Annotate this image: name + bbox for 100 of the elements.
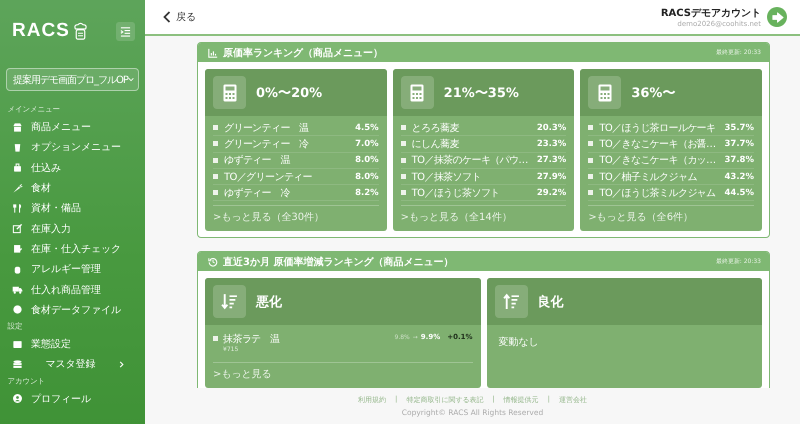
ranking-row[interactable]: TO／抹茶ソフト 27.9%	[400, 168, 566, 186]
cost-rate: 8.0%	[355, 155, 379, 166]
item-name: グリーンティー 温	[224, 122, 310, 135]
cost-rate: 37.8%	[724, 155, 754, 166]
account-name: RACSデモアカウント	[660, 7, 761, 20]
nav-item[interactable]: プロフィール	[0, 388, 145, 409]
ranking-row[interactable]: ゆずティー 温 8.0%	[213, 152, 379, 169]
square-bullet-icon	[213, 190, 218, 196]
ranking-row[interactable]: TO／ほうじ茶ソフト 29.2%	[400, 185, 566, 202]
ranking-row[interactable]: TO／柚子ミルクジャム 43.2%	[588, 168, 754, 186]
store-select[interactable]: 提案用デモ画面プロ_フルOP	[6, 68, 139, 91]
sort-down-icon	[221, 293, 238, 310]
item-name: ゆずティー 冷	[224, 186, 291, 200]
cost-rate: 20.3%	[536, 122, 566, 133]
carrot-icon	[12, 182, 23, 194]
ranking-row[interactable]: TO／きなこケーキ（カッ… 37.8%	[588, 152, 754, 169]
bag-icon	[12, 162, 23, 174]
item-name: TO／抹茶のケーキ（パウ…	[412, 154, 529, 168]
bar-chart-icon	[208, 48, 218, 58]
menu-icon	[120, 26, 131, 36]
square-bullet-icon	[588, 125, 594, 130]
menu-toggle-button[interactable]	[116, 22, 135, 40]
square-bullet-icon	[588, 190, 594, 196]
item-name: TO／抹茶ソフト	[412, 170, 482, 184]
item-name: TO／ほうじ茶ソフト	[412, 186, 501, 200]
cost-rate: 29.2%	[536, 188, 566, 198]
square-bullet-icon	[588, 158, 594, 163]
ranking-row[interactable]: TO／きなこケーキ（お醤… 37.7%	[588, 136, 754, 153]
ranking-row[interactable]: TO／抹茶のケーキ（パウ… 27.3%	[400, 152, 566, 169]
cost-rate: 4.5%	[355, 122, 379, 133]
cost-rate: 7.0%	[355, 138, 379, 149]
card-title: 悪化	[256, 294, 282, 311]
ranking-row[interactable]: TO／グリーンティー 8.0%	[213, 168, 379, 186]
see-more-link[interactable]: >もっと見る（全6件）	[588, 206, 754, 228]
ranking-row[interactable]: とろろ蕎麦 20.3%	[400, 120, 566, 136]
nav-item[interactable]: 食材	[0, 178, 145, 198]
calculator-icon	[222, 84, 236, 102]
logo: RACS	[12, 20, 89, 42]
nav-item[interactable]: マスタ登録	[0, 354, 145, 375]
nav-item[interactable]: 在庫・仕入チェック	[0, 238, 145, 260]
nav-item[interactable]: オプションメニュー	[0, 137, 145, 158]
cost-rate: 8.0%	[355, 172, 379, 182]
card-title: 36%〜	[631, 84, 676, 102]
square-bullet-icon	[400, 158, 406, 163]
user-icon	[12, 393, 23, 404]
nav-item[interactable]: 仕込み	[0, 158, 145, 178]
nav-item[interactable]: アレルギー管理	[0, 259, 145, 280]
panel-title: 原価率ランキング（商品メニュー）	[223, 46, 383, 60]
item-name: にしん蕎麦	[412, 138, 460, 151]
chevron-down-icon	[128, 76, 134, 83]
nav-item[interactable]: 食材データファイル	[0, 300, 145, 320]
square-bullet-icon	[400, 190, 406, 196]
ranking-row[interactable]: グリーンティー 温 4.5%	[213, 120, 379, 136]
ranking-row[interactable]: TO／ほうじ茶ロールケーキ 35.7%	[588, 120, 754, 136]
item-name: TO／グリーンティー	[224, 170, 313, 184]
ranking-row[interactable]: ゆずティー 冷 8.2%	[213, 185, 379, 202]
calculator-icon	[410, 84, 424, 102]
truck-icon	[12, 284, 23, 296]
card-title: 21%〜35%	[444, 84, 519, 102]
cost-rate: 23.3%	[536, 138, 566, 149]
nav-item[interactable]: 在庫入力	[0, 218, 145, 239]
item-name: TO／きなこケーキ（お醤…	[599, 138, 717, 151]
card-title: 0%〜20%	[256, 84, 322, 102]
ranking-row[interactable]: にしん蕎麦 23.3%	[400, 136, 566, 153]
item-name: TO／柚子ミルクジャム	[599, 170, 698, 184]
square-bullet-icon	[213, 125, 218, 130]
ranking-row[interactable]: TO／ほうじ茶ミルクジャム 44.5%	[588, 185, 754, 202]
history-icon	[208, 256, 218, 267]
nav-item[interactable]: 業態設定	[0, 334, 145, 354]
sort-up-icon	[502, 293, 520, 310]
back-button[interactable]: 戻る	[163, 10, 196, 24]
square-bullet-icon	[213, 174, 218, 180]
nav-item[interactable]: 仕入れ商品管理	[0, 279, 145, 300]
square-bullet-icon	[213, 336, 218, 342]
cost-rate: 8.2%	[355, 188, 379, 198]
nav-item[interactable]: 商品メニュー	[0, 117, 145, 138]
cup-icon	[12, 142, 23, 153]
chef-hat-icon	[72, 22, 89, 40]
utensils-icon	[12, 202, 23, 214]
item-name: グリーンティー 冷	[224, 138, 310, 151]
cost-rate: 27.3%	[536, 155, 566, 166]
square-bullet-icon	[400, 125, 406, 130]
item-name: TO／ほうじ茶ロールケーキ	[599, 122, 717, 135]
ranking-row[interactable]: グリーンティー 冷 7.0%	[213, 136, 379, 153]
item-name: TO／ほうじ茶ミルクジャム	[599, 186, 717, 200]
store-icon	[12, 122, 23, 133]
see-more-link[interactable]: >もっと見る（全14件）	[400, 206, 566, 228]
edit-icon	[12, 223, 23, 234]
chevron-right-icon	[118, 360, 125, 368]
empty-message: 変動なし	[498, 336, 540, 350]
logout-button[interactable]	[767, 7, 787, 27]
see-more-link[interactable]: >もっと見る	[213, 363, 472, 384]
see-more-link[interactable]: >もっと見る（全30件）	[213, 206, 379, 228]
database-icon	[12, 358, 23, 370]
cost-rate: 44.5%	[724, 188, 754, 198]
square-bullet-icon	[400, 141, 406, 146]
nav-item[interactable]: 資材・備品	[0, 198, 145, 218]
square-bullet-icon	[213, 158, 218, 163]
square-bullet-icon	[588, 174, 594, 180]
cost-rate: 27.9%	[536, 172, 566, 182]
